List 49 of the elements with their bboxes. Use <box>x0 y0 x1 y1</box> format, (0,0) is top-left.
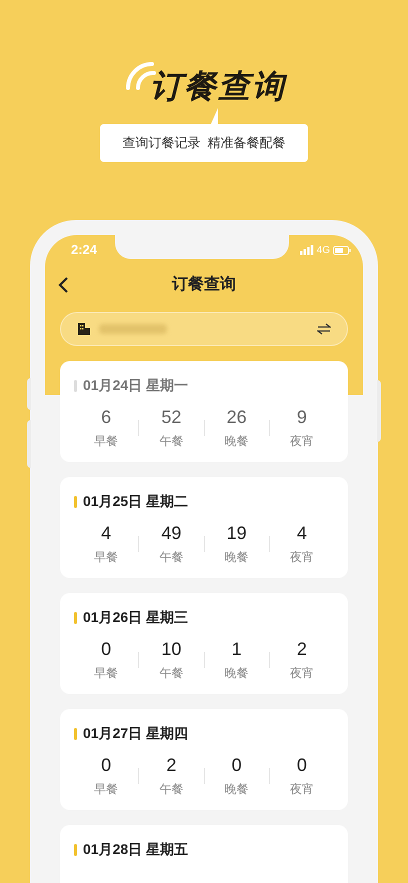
meal-count: 49 <box>161 522 182 544</box>
company-search-field[interactable] <box>60 312 348 346</box>
meal-count: 1 <box>232 638 242 660</box>
network-type: 4G <box>316 244 330 258</box>
meal-label: 晚餐 <box>224 781 249 798</box>
meal-label: 早餐 <box>94 549 118 566</box>
meal-label: 晚餐 <box>224 665 249 682</box>
subtitle-bubble: 查询订餐记录 精准备餐配餐 <box>100 124 308 162</box>
meal-count: 0 <box>232 754 242 776</box>
date-label: 01月27日 星期四 <box>83 724 188 743</box>
meal-label: 午餐 <box>159 781 184 798</box>
swap-icon[interactable] <box>317 323 331 335</box>
meal-count: 2 <box>296 638 307 660</box>
meal-count: 6 <box>101 406 112 428</box>
date-label: 01月24日 星期一 <box>83 376 188 395</box>
date-label: 01月28日 星期五 <box>83 840 188 859</box>
meal-label: 早餐 <box>94 433 118 450</box>
meal-label: 夜宵 <box>290 665 314 682</box>
meal-count: 10 <box>161 638 182 660</box>
meal-label: 午餐 <box>159 665 184 682</box>
meal-count: 0 <box>101 754 112 776</box>
signal-icon <box>300 245 314 255</box>
meal-count: 26 <box>226 406 247 428</box>
date-label: 01月25日 星期二 <box>83 492 188 511</box>
meal-count: 4 <box>101 522 112 544</box>
meal-count: 9 <box>296 406 307 428</box>
meal-label: 夜宵 <box>290 549 314 566</box>
building-icon <box>77 322 91 336</box>
meal-count: 0 <box>296 754 307 776</box>
blurred-company-name <box>99 324 167 334</box>
meal-label: 夜宵 <box>290 781 314 798</box>
date-label: 01月26日 星期三 <box>83 608 188 627</box>
status-time: 2:24 <box>71 241 98 260</box>
hero-title: 订餐查询 <box>150 70 286 102</box>
meal-count: 4 <box>296 522 307 544</box>
meal-label: 晚餐 <box>224 433 249 450</box>
page-title: 订餐查询 <box>172 274 236 295</box>
meal-label: 夜宵 <box>290 433 314 450</box>
meal-count: 0 <box>101 638 112 660</box>
meal-label: 晚餐 <box>224 549 249 566</box>
meal-count: 52 <box>161 406 182 428</box>
meal-count: 19 <box>226 522 247 544</box>
meal-label: 午餐 <box>159 549 184 566</box>
meal-label: 午餐 <box>159 433 184 450</box>
meal-label: 早餐 <box>94 781 118 798</box>
back-icon[interactable] <box>57 276 69 294</box>
meal-count: 2 <box>166 754 176 776</box>
battery-icon <box>333 246 351 254</box>
meal-label: 早餐 <box>94 665 118 682</box>
